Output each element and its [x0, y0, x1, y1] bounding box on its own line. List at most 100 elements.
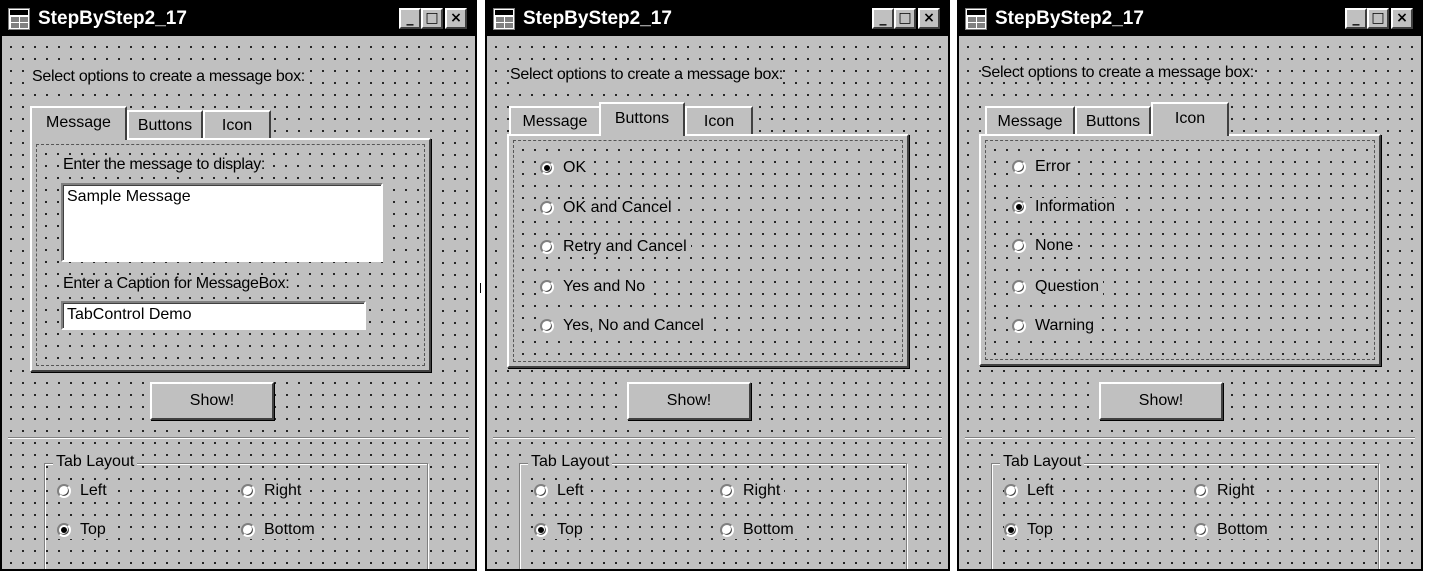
- radio-question[interactable]: Question: [1012, 278, 1104, 296]
- show-button[interactable]: Show!: [150, 382, 274, 420]
- radio-left[interactable]: Left: [1004, 482, 1058, 500]
- tab-layout-groupbox: Tab Layout Left Right Top Bottom: [991, 453, 1379, 569]
- radio-right-indicator: [720, 484, 734, 498]
- radio-ok-cancel-label: OK and Cancel: [563, 199, 672, 216]
- radio-none[interactable]: None: [1012, 237, 1078, 255]
- show-button[interactable]: Show!: [627, 382, 751, 420]
- caption-label: Enter a Caption for MessageBox:: [63, 275, 290, 293]
- window-icon-tab: StepByStep2_17 _ □ × Select options to c…: [957, 0, 1423, 571]
- minimize-button[interactable]: _: [399, 8, 421, 29]
- title-bar[interactable]: StepByStep2_17 _ □ ×: [487, 2, 948, 36]
- maximize-button[interactable]: □: [894, 8, 916, 29]
- radio-right-indicator: [1194, 484, 1208, 498]
- app-icon: [8, 8, 30, 30]
- tab-layout-legend: Tab Layout: [53, 453, 138, 471]
- radio-bottom[interactable]: Bottom: [720, 521, 798, 539]
- caption-input[interactable]: TabControl Demo: [61, 301, 366, 330]
- radio-ok-label: OK: [563, 159, 587, 176]
- radio-ok[interactable]: OK: [540, 159, 591, 177]
- tab-message[interactable]: Message: [985, 106, 1075, 136]
- close-button[interactable]: ×: [918, 8, 940, 29]
- window-title: StepByStep2_17: [38, 8, 187, 29]
- tab-buttons[interactable]: Buttons: [599, 102, 685, 136]
- radio-right-label: Right: [1217, 482, 1255, 499]
- tab-buttons[interactable]: Buttons: [127, 110, 203, 140]
- title-bar[interactable]: StepByStep2_17 _ □ ×: [959, 2, 1421, 36]
- window-buttons-tab: StepByStep2_17 _ □ × Select options to c…: [485, 0, 950, 571]
- message-textarea[interactable]: Sample Message: [61, 183, 383, 262]
- radio-right-label: Right: [743, 482, 781, 499]
- title-bar[interactable]: StepByStep2_17 _ □ ×: [2, 2, 475, 36]
- window-message-tab: StepByStep2_17 _ □ × Select options to c…: [0, 0, 477, 571]
- radio-top-indicator: [534, 523, 548, 537]
- window-title: StepByStep2_17: [995, 8, 1144, 29]
- radio-left-label: Left: [557, 482, 584, 499]
- radio-none-indicator: [1012, 239, 1026, 253]
- minimize-button[interactable]: _: [872, 8, 894, 29]
- radio-ok-cancel-indicator: [540, 201, 554, 215]
- radio-information[interactable]: Information: [1012, 198, 1120, 216]
- separator: [8, 437, 469, 439]
- radio-warning[interactable]: Warning: [1012, 317, 1098, 335]
- radio-yes-no[interactable]: Yes and No: [540, 278, 650, 296]
- radio-left-indicator: [1004, 484, 1018, 498]
- radio-top-label: Top: [557, 521, 583, 538]
- radio-warning-label: Warning: [1035, 317, 1094, 334]
- show-button[interactable]: Show!: [1099, 382, 1223, 420]
- maximize-button[interactable]: □: [421, 8, 443, 29]
- instructions-label: Select options to create a message box:: [981, 64, 1254, 82]
- radio-right[interactable]: Right: [720, 482, 785, 500]
- radio-right-label: Right: [264, 482, 302, 499]
- instructions-label: Select options to create a message box:: [510, 66, 783, 84]
- radio-retry-cancel[interactable]: Retry and Cancel: [540, 238, 691, 256]
- radio-top[interactable]: Top: [534, 521, 587, 539]
- tab-icon[interactable]: Icon: [1151, 102, 1229, 136]
- radio-question-indicator: [1012, 280, 1026, 294]
- radio-retry-cancel-label: Retry and Cancel: [563, 238, 687, 255]
- radio-top-indicator: [1004, 523, 1018, 537]
- radio-left[interactable]: Left: [534, 482, 588, 500]
- radio-right[interactable]: Right: [241, 482, 306, 500]
- radio-yes-no-cancel-indicator: [540, 319, 554, 333]
- radio-none-label: None: [1035, 237, 1074, 254]
- radio-top-indicator: [57, 523, 71, 537]
- edge-fragment: [480, 283, 483, 293]
- radio-bottom[interactable]: Bottom: [1194, 521, 1272, 539]
- radio-yes-no-label: Yes and No: [563, 278, 646, 295]
- radio-left-label: Left: [80, 482, 107, 499]
- radio-top-label: Top: [1027, 521, 1053, 538]
- tab-layout-groupbox: Tab Layout Left Right Top Bottom: [44, 453, 428, 569]
- radio-left-label: Left: [1027, 482, 1054, 499]
- radio-retry-cancel-indicator: [540, 240, 554, 254]
- radio-bottom-indicator: [1194, 523, 1208, 537]
- tab-message[interactable]: Message: [30, 106, 127, 140]
- radio-left-indicator: [57, 484, 71, 498]
- radio-top[interactable]: Top: [1004, 521, 1057, 539]
- tab-icon[interactable]: Icon: [685, 106, 753, 136]
- tab-icon[interactable]: Icon: [203, 110, 271, 140]
- radio-bottom[interactable]: Bottom: [241, 521, 319, 539]
- radio-ok-cancel[interactable]: OK and Cancel: [540, 199, 676, 217]
- instructions-label: Select options to create a message box:: [32, 68, 305, 86]
- close-button[interactable]: ×: [1391, 8, 1413, 29]
- app-icon: [493, 8, 515, 30]
- radio-bottom-label: Bottom: [264, 521, 315, 538]
- radio-yes-no-cancel[interactable]: Yes, No and Cancel: [540, 317, 708, 335]
- form-surface: Select options to create a message box: …: [487, 36, 948, 569]
- tab-buttons[interactable]: Buttons: [1075, 106, 1151, 136]
- radio-information-indicator: [1012, 200, 1026, 214]
- radio-left[interactable]: Left: [57, 482, 111, 500]
- form-surface: Select options to create a message box: …: [959, 36, 1421, 569]
- app-icon: [965, 8, 987, 30]
- radio-error[interactable]: Error: [1012, 158, 1075, 176]
- radio-right-indicator: [241, 484, 255, 498]
- minimize-button[interactable]: _: [1345, 8, 1367, 29]
- radio-right[interactable]: Right: [1194, 482, 1259, 500]
- radio-top[interactable]: Top: [57, 521, 110, 539]
- tab-page-icon: Error Information None Question Warning: [979, 134, 1381, 366]
- tab-layout-groupbox: Tab Layout Left Right Top Bottom: [519, 453, 907, 569]
- maximize-button[interactable]: □: [1367, 8, 1389, 29]
- tab-message[interactable]: Message: [509, 106, 601, 136]
- radio-information-label: Information: [1035, 198, 1116, 215]
- close-button[interactable]: ×: [445, 8, 467, 29]
